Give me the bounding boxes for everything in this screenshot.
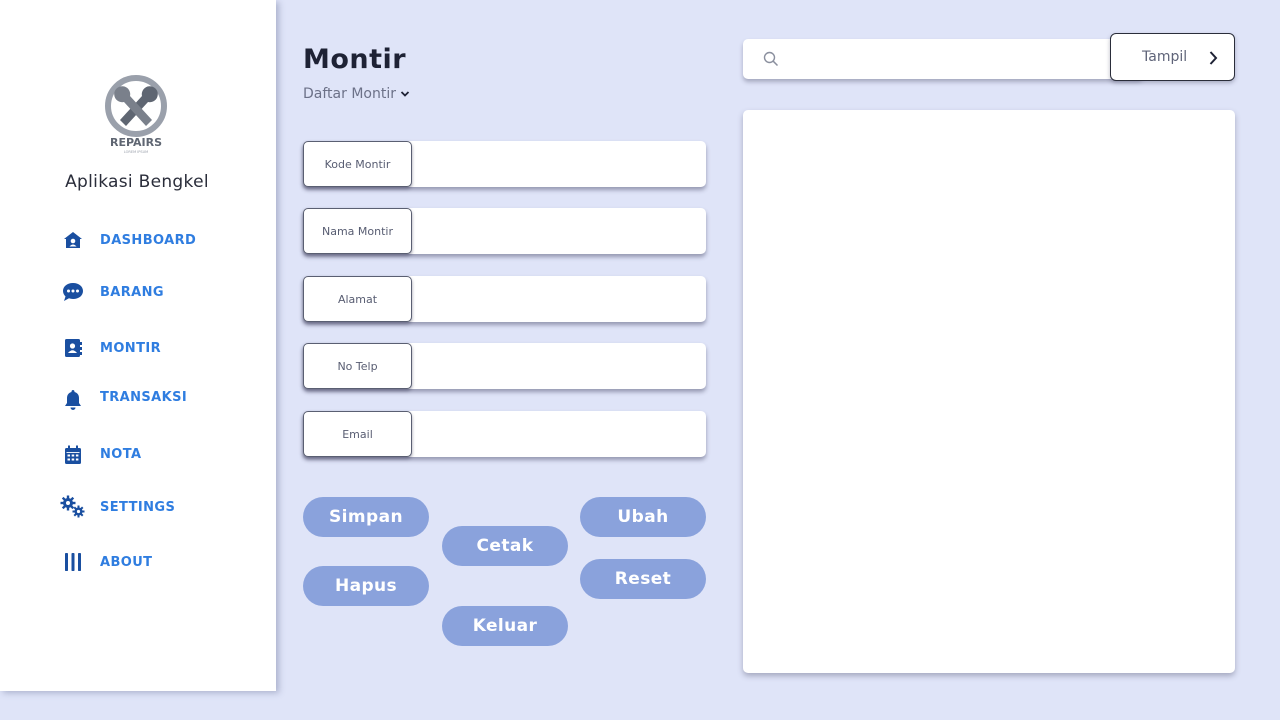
address-book-icon [60,335,86,361]
search-input[interactable] [789,44,1089,74]
sidebar-item-label: TRANSAKSI [100,389,188,405]
subtitle-dropdown[interactable]: Daftar Montir [303,86,410,102]
email-field: Email [303,411,706,457]
simpan-button[interactable]: Simpan [303,497,429,537]
sidebar-item-montir[interactable]: MONTIR [60,334,250,362]
calendar-icon [60,442,86,468]
sidebar-item-dashboard[interactable]: DASHBOARD [60,226,250,254]
tampil-label: Tampil [1142,49,1188,65]
alamat-field: Alamat [303,276,706,322]
sidebar-item-barang[interactable]: BARANG [60,278,250,306]
house-user-icon [60,227,86,253]
sidebar-item-label: SETTINGS [100,499,176,515]
nama-montir-input[interactable] [415,211,701,251]
app-name: Aplikasi Bengkel [65,172,209,192]
sidebar-item-settings[interactable]: SETTINGS [60,493,250,521]
svg-text:REPAIRS: REPAIRS [110,136,162,149]
tampil-button[interactable]: Tampil [1110,33,1235,81]
cetak-button[interactable]: Cetak [442,526,568,566]
chevron-down-icon [396,86,410,102]
search-bar [743,39,1143,79]
comment-dots-icon [60,279,86,305]
kode-montir-input[interactable] [415,144,701,184]
search-icon [763,51,779,71]
chevron-right-icon [1208,50,1218,70]
sidebar-item-label: BARANG [100,284,164,300]
hapus-button[interactable]: Hapus [303,566,429,606]
svg-text:LOREM IPSUM: LOREM IPSUM [124,150,148,154]
sidebar-item-label: NOTA [100,446,142,462]
email-input[interactable] [415,414,701,454]
page-title: Montir [303,44,407,75]
sidebar: REPAIRS LOREM IPSUM Aplikasi Bengkel DAS… [0,0,276,691]
field-label: Nama Montir [303,208,412,254]
bell-icon [60,387,86,413]
no-telp-input[interactable] [415,346,701,386]
sidebar-item-transaksi[interactable]: TRANSAKSI [60,383,250,411]
sidebar-item-nota[interactable]: NOTA [60,440,250,468]
sidebar-item-label: MONTIR [100,340,161,356]
field-label: Kode Montir [303,141,412,187]
ubah-button[interactable]: Ubah [580,497,706,537]
no-telp-field: No Telp [303,343,706,389]
bars-vertical-icon [60,549,86,575]
subtitle-label: Daftar Montir [303,86,396,102]
alamat-input[interactable] [415,279,701,319]
sidebar-item-label: ABOUT [100,554,153,570]
data-table-panel [743,110,1235,673]
reset-button[interactable]: Reset [580,559,706,599]
app-logo: REPAIRS LOREM IPSUM [98,72,176,156]
sidebar-item-label: DASHBOARD [100,232,197,248]
kode-montir-field: Kode Montir [303,141,706,187]
field-label: Email [303,411,412,457]
field-label: No Telp [303,343,412,389]
field-label: Alamat [303,276,412,322]
nama-montir-field: Nama Montir [303,208,706,254]
sidebar-item-about[interactable]: ABOUT [60,548,250,576]
keluar-button[interactable]: Keluar [442,606,568,646]
gears-icon [60,494,86,520]
